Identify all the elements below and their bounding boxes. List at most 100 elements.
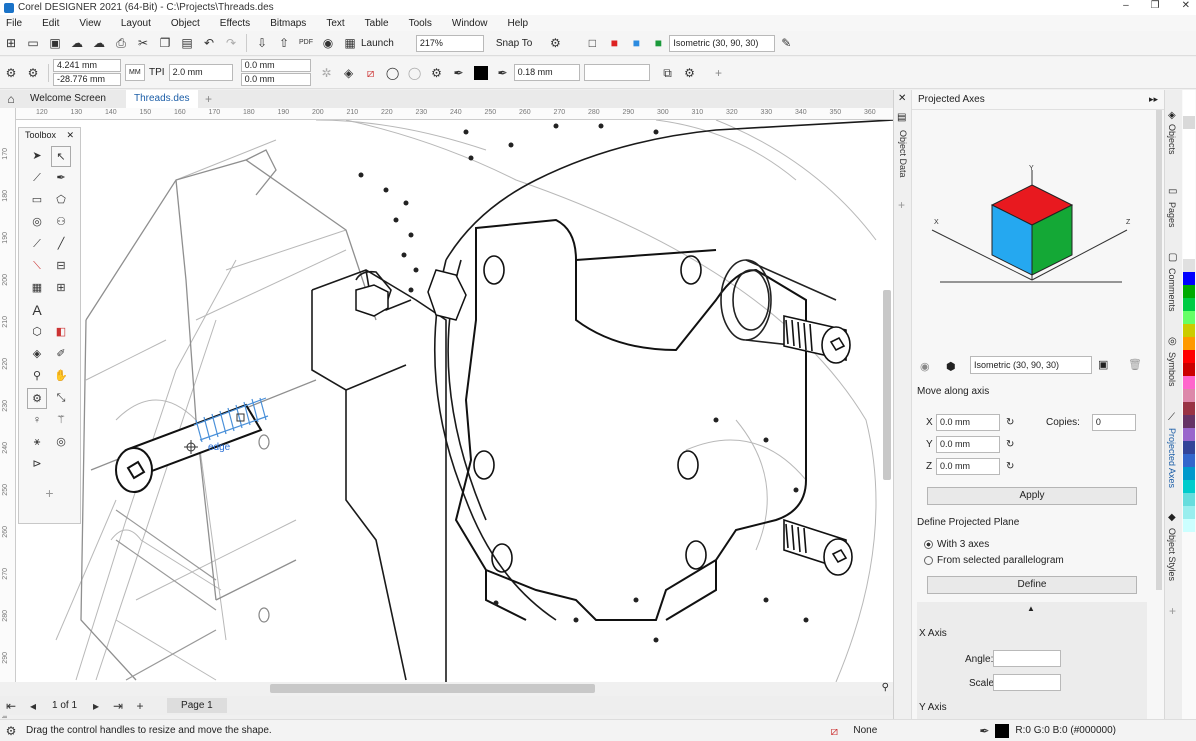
color-swatch[interactable] [1183, 324, 1195, 337]
color-swatch[interactable] [1183, 337, 1195, 350]
shape-fill-icon[interactable]: ◯ [407, 65, 423, 81]
frame-icon[interactable]: □ [584, 35, 600, 51]
tab-comments[interactable]: Comments [1167, 268, 1177, 312]
x-position-field[interactable]: 4.241 mm [53, 59, 121, 72]
cut-icon[interactable]: ✂ [135, 35, 151, 51]
color-swatch[interactable] [1183, 467, 1195, 480]
zoom-tool-icon[interactable]: ⚲ [27, 366, 47, 387]
close-button[interactable]: ✕ [1182, 0, 1190, 11]
knife-tool-icon[interactable]: ⚚ [51, 410, 71, 431]
color-swatch[interactable] [1183, 129, 1195, 142]
shape-outline-icon[interactable]: ◯ [385, 65, 401, 81]
last-page-icon[interactable]: ⇥ [110, 698, 126, 714]
projection-pen-icon[interactable]: ✎ [778, 35, 794, 51]
offset-1-field[interactable]: 0.0 mm [240, 59, 311, 72]
color-swatch[interactable] [1183, 246, 1195, 259]
table-tool-icon[interactable]: ▦ [27, 278, 47, 299]
object-styles-tab-icon[interactable]: ◆ [1168, 512, 1176, 523]
tab-objects[interactable]: Objects [1167, 124, 1177, 155]
drawing-canvas[interactable]: edge [16, 120, 893, 682]
strip-add-icon[interactable]: + [898, 198, 905, 212]
define-button[interactable]: Define [927, 576, 1137, 594]
color-swatch[interactable] [1183, 168, 1195, 181]
y-position-field[interactable]: -28.776 mm [53, 73, 121, 86]
color-swatch[interactable] [1183, 480, 1195, 493]
menu-effects[interactable]: Effects [220, 18, 250, 29]
color-swatch[interactable] [1183, 402, 1195, 415]
connector-tool-icon[interactable]: ⟍ [27, 256, 47, 277]
horizontal-ruler[interactable]: 120 130 140 150 160 170 180 190 200 210 220 230 240 2… [16, 108, 893, 120]
pdf-icon[interactable]: PDF [298, 35, 314, 51]
corel-connect-icon[interactable]: ◉ [320, 35, 336, 51]
menu-view[interactable]: View [79, 18, 101, 29]
shape-sweep-icon[interactable]: ✲ [319, 65, 335, 81]
text-tool-icon[interactable]: A [27, 300, 47, 321]
vertical-scrollbar[interactable] [883, 290, 891, 480]
save-icon[interactable]: ▣ [47, 35, 63, 51]
menu-edit[interactable]: Edit [42, 18, 59, 29]
cube-green-icon[interactable]: ■ [650, 35, 666, 51]
docker-collapse-icon[interactable]: ▸▸ [1149, 94, 1158, 105]
menu-tools[interactable]: Tools [409, 18, 432, 29]
fill-bucket-icon[interactable]: ◈ [341, 65, 357, 81]
color-swatch[interactable] [1183, 272, 1195, 285]
menu-help[interactable]: Help [508, 18, 529, 29]
wrap-text-icon[interactable]: ⚙ [682, 65, 698, 81]
symbols-tab-icon[interactable]: ◎ [1168, 336, 1177, 347]
projected-axes-tab-icon[interactable]: ⟋ [1168, 412, 1175, 423]
copies-field[interactable]: 0 [1091, 414, 1136, 431]
radio-with-3-axes[interactable]: With 3 axes [924, 539, 989, 550]
color-swatch[interactable] [1183, 376, 1195, 389]
no-outline-icon[interactable]: ⧄ [363, 65, 379, 81]
tab-pages[interactable]: Pages [1167, 202, 1177, 228]
pages-tab-icon[interactable]: ▭ [1168, 186, 1177, 197]
color-swatch[interactable] [1183, 298, 1195, 311]
horizontal-scroll-thumb[interactable] [270, 684, 595, 693]
side-add-icon[interactable]: + [1169, 604, 1176, 618]
y-reset-icon[interactable]: ↻ [1006, 439, 1014, 450]
cube-blue-icon[interactable]: ■ [628, 35, 644, 51]
z-move-field[interactable]: 0.0 mm [936, 458, 1000, 475]
shape-tool-icon[interactable]: ↖ [51, 146, 71, 167]
app-launcher-icon[interactable]: ▦ [342, 35, 358, 51]
objects-tab-icon[interactable]: ◈ [1168, 110, 1176, 121]
offset-2-field[interactable]: 0.0 mm [240, 73, 311, 86]
color-swatch[interactable] [1183, 181, 1195, 194]
launch-dropdown[interactable]: Launch [361, 38, 394, 49]
thread-preset-icon[interactable]: ⚙ [429, 65, 445, 81]
next-page-icon[interactable]: ▸ [88, 698, 104, 714]
color-swatch[interactable] [1183, 116, 1195, 129]
color-swatch[interactable] [1183, 233, 1195, 246]
color-swatch[interactable] [1183, 285, 1195, 298]
angle-field[interactable] [993, 650, 1061, 667]
undo-icon[interactable]: ↶ [201, 35, 217, 51]
collapse-section-icon[interactable]: ▲ [1027, 604, 1035, 613]
save-preset-icon[interactable]: ▣ [1098, 358, 1108, 371]
mm-toggle[interactable]: MM [125, 64, 145, 81]
cylinder-tool-icon[interactable]: ⊟ [51, 256, 71, 277]
apply-button[interactable]: Apply [927, 487, 1137, 505]
menu-object[interactable]: Object [171, 18, 200, 29]
thread-tool-icon[interactable]: ⚙ [3, 65, 19, 81]
new-document-icon[interactable]: ⊞ [3, 35, 19, 51]
tab-projected-axes[interactable]: Projected Axes [1167, 428, 1177, 488]
docker-scrollbar[interactable] [1156, 110, 1162, 590]
prev-page-icon[interactable]: ◂ [25, 698, 41, 714]
open-folder-icon[interactable]: ▭ [25, 35, 41, 51]
restore-button[interactable]: ❐ [1151, 0, 1160, 11]
tpi-field[interactable]: 2.0 mm [168, 64, 233, 81]
crop-tool-icon[interactable]: ♀ [27, 410, 47, 431]
copy-icon[interactable]: ❐ [157, 35, 173, 51]
outline-color-swatch[interactable] [473, 65, 488, 80]
color-swatch[interactable] [1183, 441, 1195, 454]
projection-tool-icon[interactable]: ⬡ [27, 322, 47, 343]
cloud-download-icon[interactable]: ☁ [91, 35, 107, 51]
cube-red-icon[interactable]: ■ [606, 35, 622, 51]
strip-close-icon[interactable]: ✕ [898, 93, 906, 104]
menu-text[interactable]: Text [326, 18, 344, 29]
page-tab-1[interactable]: Page 1 [167, 698, 227, 713]
eyedropper-tool-icon[interactable]: ✐ [51, 344, 71, 365]
menu-file[interactable]: File [6, 18, 22, 29]
cloud-upload-icon[interactable]: ☁ [69, 35, 85, 51]
pen-tool-icon[interactable]: ✒ [51, 168, 71, 189]
